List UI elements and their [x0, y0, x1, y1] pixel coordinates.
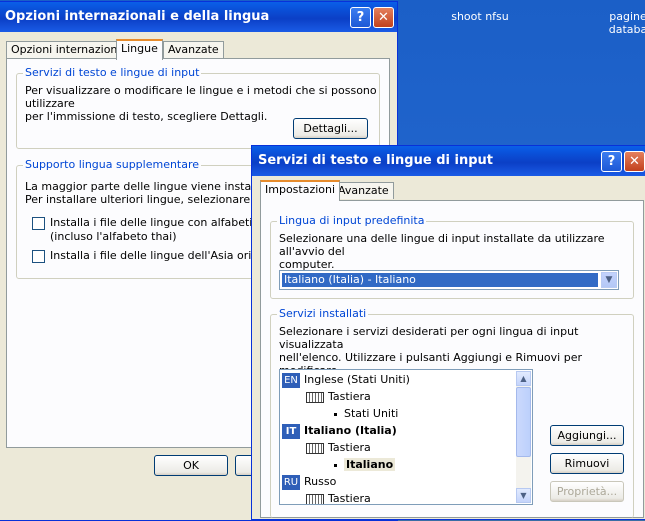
- group-label: Supporto lingua supplementare: [23, 158, 202, 171]
- desktop-icon-pagine-database[interactable]: pagine databa: [598, 10, 645, 36]
- tab-strip: Impostazioni Avanzate: [260, 180, 640, 201]
- tree-item-label: Stati Uniti: [344, 407, 399, 420]
- close-icon[interactable]: ✕: [373, 7, 394, 28]
- details-button[interactable]: Dettagli...: [293, 118, 368, 139]
- group-label: Servizi installati: [277, 307, 369, 320]
- tree-item-keyboard[interactable]: Tastiera: [306, 490, 371, 505]
- tree-scrollbar[interactable]: ▲ ▼: [516, 371, 531, 503]
- default-input-language-group: Lingua di input predefinita Selezionare …: [270, 214, 634, 299]
- tree-item-english[interactable]: EN Inglese (Stati Uniti): [282, 371, 410, 389]
- scroll-down-icon[interactable]: ▼: [516, 488, 531, 503]
- tree-item-label: Tastiera: [328, 390, 371, 403]
- group-description: Selezionare una delle lingue di input in…: [279, 232, 605, 271]
- default-language-select[interactable]: Italiano (Italia) - Italiano ▼: [279, 270, 619, 290]
- window-title: Opzioni internazionali e della lingua: [5, 9, 270, 24]
- scroll-thumb[interactable]: [516, 387, 531, 457]
- text-services-window: Servizi di testo e lingue di input ? ✕ I…: [251, 145, 645, 520]
- tree-item-russian[interactable]: RU Russo: [282, 473, 336, 491]
- desktop-icon-shoot-nfsu[interactable]: shoot nfsu: [440, 10, 520, 23]
- help-icon[interactable]: ?: [601, 151, 622, 172]
- complex-script-checkbox[interactable]: [32, 217, 45, 230]
- language-badge: RU: [282, 474, 300, 490]
- language-badge: EN: [282, 372, 300, 388]
- tree-item-keyboard[interactable]: Tastiera: [306, 439, 371, 457]
- keyboard-icon: [306, 442, 324, 454]
- east-asian-checkbox[interactable]: [32, 250, 45, 263]
- close-icon[interactable]: ✕: [624, 151, 645, 172]
- tab-settings[interactable]: Impostazioni: [260, 180, 341, 201]
- tree-item-italian-layout[interactable]: Italiano: [334, 456, 396, 474]
- complex-script-label-line2: (incluso l'alfabeto thai): [50, 230, 177, 243]
- window-title: Servizi di testo e lingue di input: [258, 153, 493, 168]
- bullet-icon: [334, 463, 337, 467]
- settings-panel: Lingua di input predefinita Selezionare …: [260, 200, 644, 518]
- keyboard-icon: [306, 391, 324, 403]
- scroll-up-icon[interactable]: ▲: [516, 371, 531, 386]
- tab-advanced[interactable]: Avanzate: [333, 182, 394, 199]
- tree-item-label: Inglese (Stati Uniti): [304, 373, 410, 386]
- window-titlebar[interactable]: Servizi di testo e lingue di input ? ✕: [252, 146, 645, 176]
- installed-services-group: Servizi installati Selezionare i servizi…: [270, 307, 634, 518]
- tree-item-label: Tastiera: [328, 441, 371, 454]
- text-services-group: Servizi di testo e lingue di input Per v…: [16, 66, 380, 149]
- help-icon[interactable]: ?: [350, 7, 371, 28]
- remove-button[interactable]: Rimuovi: [550, 453, 624, 474]
- chevron-down-icon[interactable]: ▼: [601, 272, 617, 288]
- tree-item-us-layout[interactable]: Stati Uniti: [334, 405, 398, 423]
- group-label: Servizi di testo e lingue di input: [23, 66, 202, 79]
- tab-strip: Opzioni internazionali Lingue Avanzate: [6, 39, 386, 60]
- tab-languages[interactable]: Lingue: [116, 39, 163, 60]
- tree-item-keyboard[interactable]: Tastiera: [306, 388, 371, 406]
- ok-button[interactable]: OK: [154, 455, 228, 476]
- add-button[interactable]: Aggiungi...: [550, 425, 624, 446]
- tree-item-label: Italiano: [344, 458, 396, 471]
- installed-services-tree[interactable]: EN Inglese (Stati Uniti) Tastiera Stati U…: [279, 369, 533, 505]
- tree-item-label: Russo: [304, 475, 337, 488]
- tab-advanced[interactable]: Avanzate: [163, 41, 224, 58]
- tree-item-italian[interactable]: IT Italiano (Italia): [282, 422, 397, 440]
- properties-button[interactable]: Proprietà...: [550, 481, 624, 502]
- window-titlebar[interactable]: Opzioni internazionali e della lingua ? …: [0, 2, 397, 32]
- bullet-icon: [334, 412, 337, 416]
- tree-item-label: Italiano (Italia): [304, 424, 397, 437]
- language-badge: IT: [282, 423, 300, 439]
- selected-language: Italiano (Italia) - Italiano: [282, 273, 598, 287]
- tree-item-label: Tastiera: [328, 492, 371, 505]
- keyboard-icon: [306, 493, 324, 504]
- group-label: Lingua di input predefinita: [277, 214, 427, 227]
